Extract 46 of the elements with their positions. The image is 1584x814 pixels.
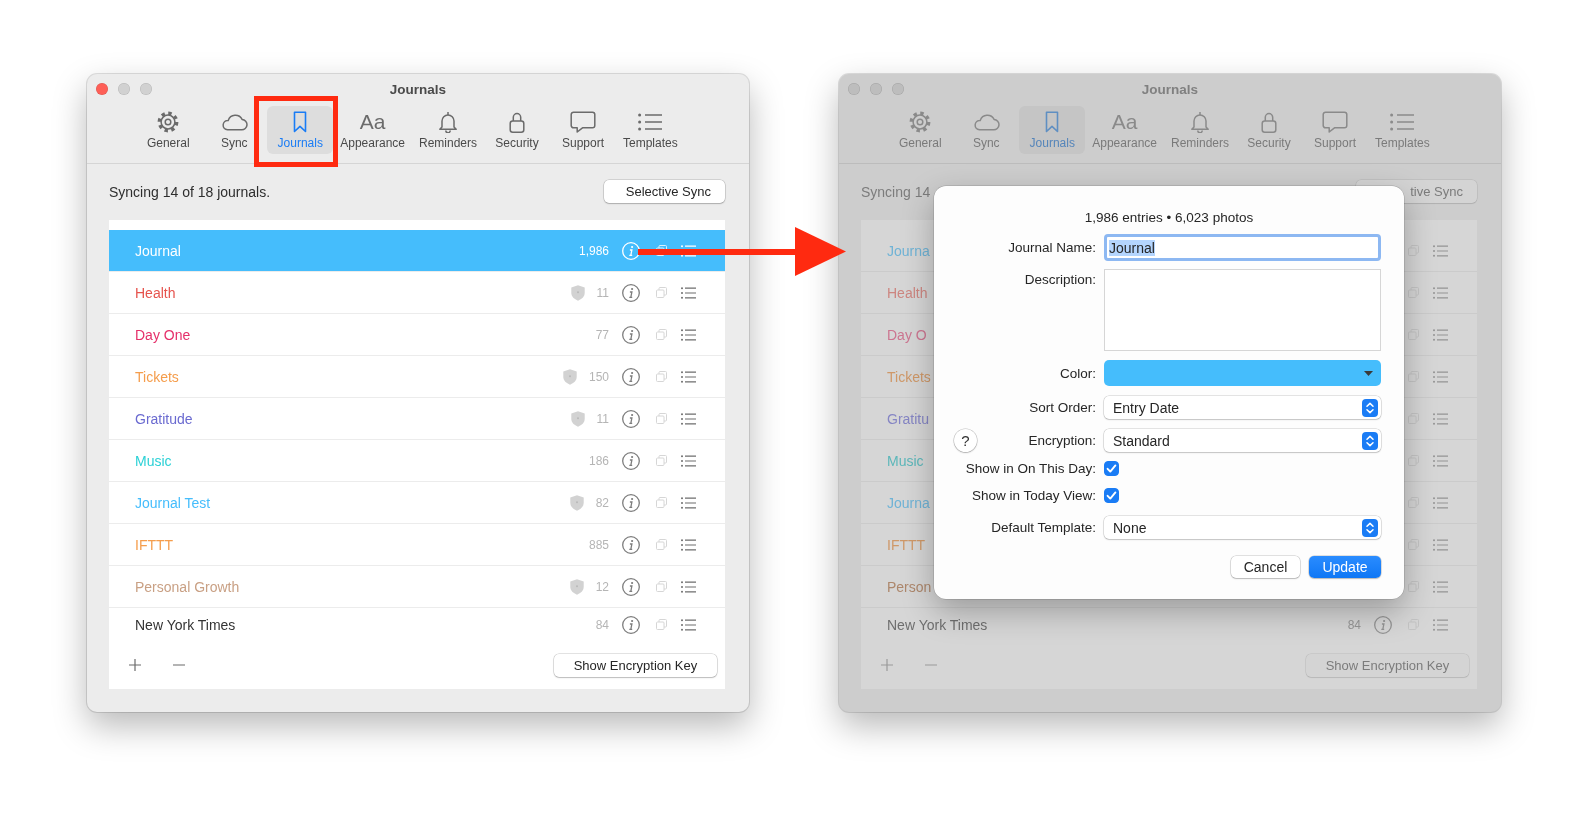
row-title: IFTTT <box>887 536 926 553</box>
font-icon: Aa <box>359 111 386 133</box>
row-title: Tickets <box>887 368 931 385</box>
row-title: IFTTT <box>135 536 174 553</box>
field-label: Default Template: <box>991 520 1096 535</box>
entry-count: 84 <box>595 617 609 632</box>
entry-count: 12 <box>595 579 609 594</box>
row-title: Tickets <box>135 368 179 385</box>
row-title: Person <box>887 578 932 595</box>
sync-status-text: Syncing 14 <box>861 183 931 200</box>
row-title: Journa <box>887 242 930 259</box>
entry-count: 186 <box>588 453 609 468</box>
row-title: Gratitu <box>887 410 929 427</box>
row-title: Personal Growth <box>135 578 240 595</box>
entry-count: 84 <box>1347 617 1361 632</box>
window-title: Journals <box>1141 81 1199 97</box>
window-title: Journals <box>389 81 447 97</box>
field-label: Sort Order: <box>1029 400 1096 415</box>
row-title: Journal Test <box>135 494 211 511</box>
field-label: Description: <box>1024 272 1096 287</box>
entry-count: 82 <box>595 495 609 510</box>
row-title: Health <box>135 284 176 301</box>
entry-count: 885 <box>588 537 609 552</box>
entry-count: 150 <box>588 369 609 384</box>
row-title: Day O <box>887 326 927 343</box>
row-title: Music <box>887 452 924 469</box>
row-title: Journa <box>887 494 930 511</box>
row-title: New York Times <box>887 616 988 633</box>
row-title: Day One <box>135 326 191 343</box>
row-title: Health <box>887 284 928 301</box>
row-title: Gratitude <box>135 410 193 427</box>
entry-count: 77 <box>595 327 609 342</box>
field-label: Journal Name: <box>1008 240 1096 255</box>
field-label: Color: <box>1060 365 1096 381</box>
field-label: Show in On This Day: <box>965 461 1096 476</box>
row-title: Journal <box>135 242 181 259</box>
entry-count: 1,986 <box>578 243 609 258</box>
font-icon: Aa <box>1111 111 1138 133</box>
sync-status-text: Syncing 14 of 18 journals. <box>109 183 271 200</box>
field-label: Show in Today View: <box>971 488 1096 503</box>
row-title: New York Times <box>135 616 236 633</box>
entry-count: 11 <box>596 285 609 300</box>
row-title: Music <box>135 452 172 469</box>
field-label: Encryption: <box>1028 433 1096 448</box>
entry-summary: 1,986 entries • 6,023 photos <box>1084 210 1254 226</box>
entry-count: 11 <box>596 411 609 426</box>
